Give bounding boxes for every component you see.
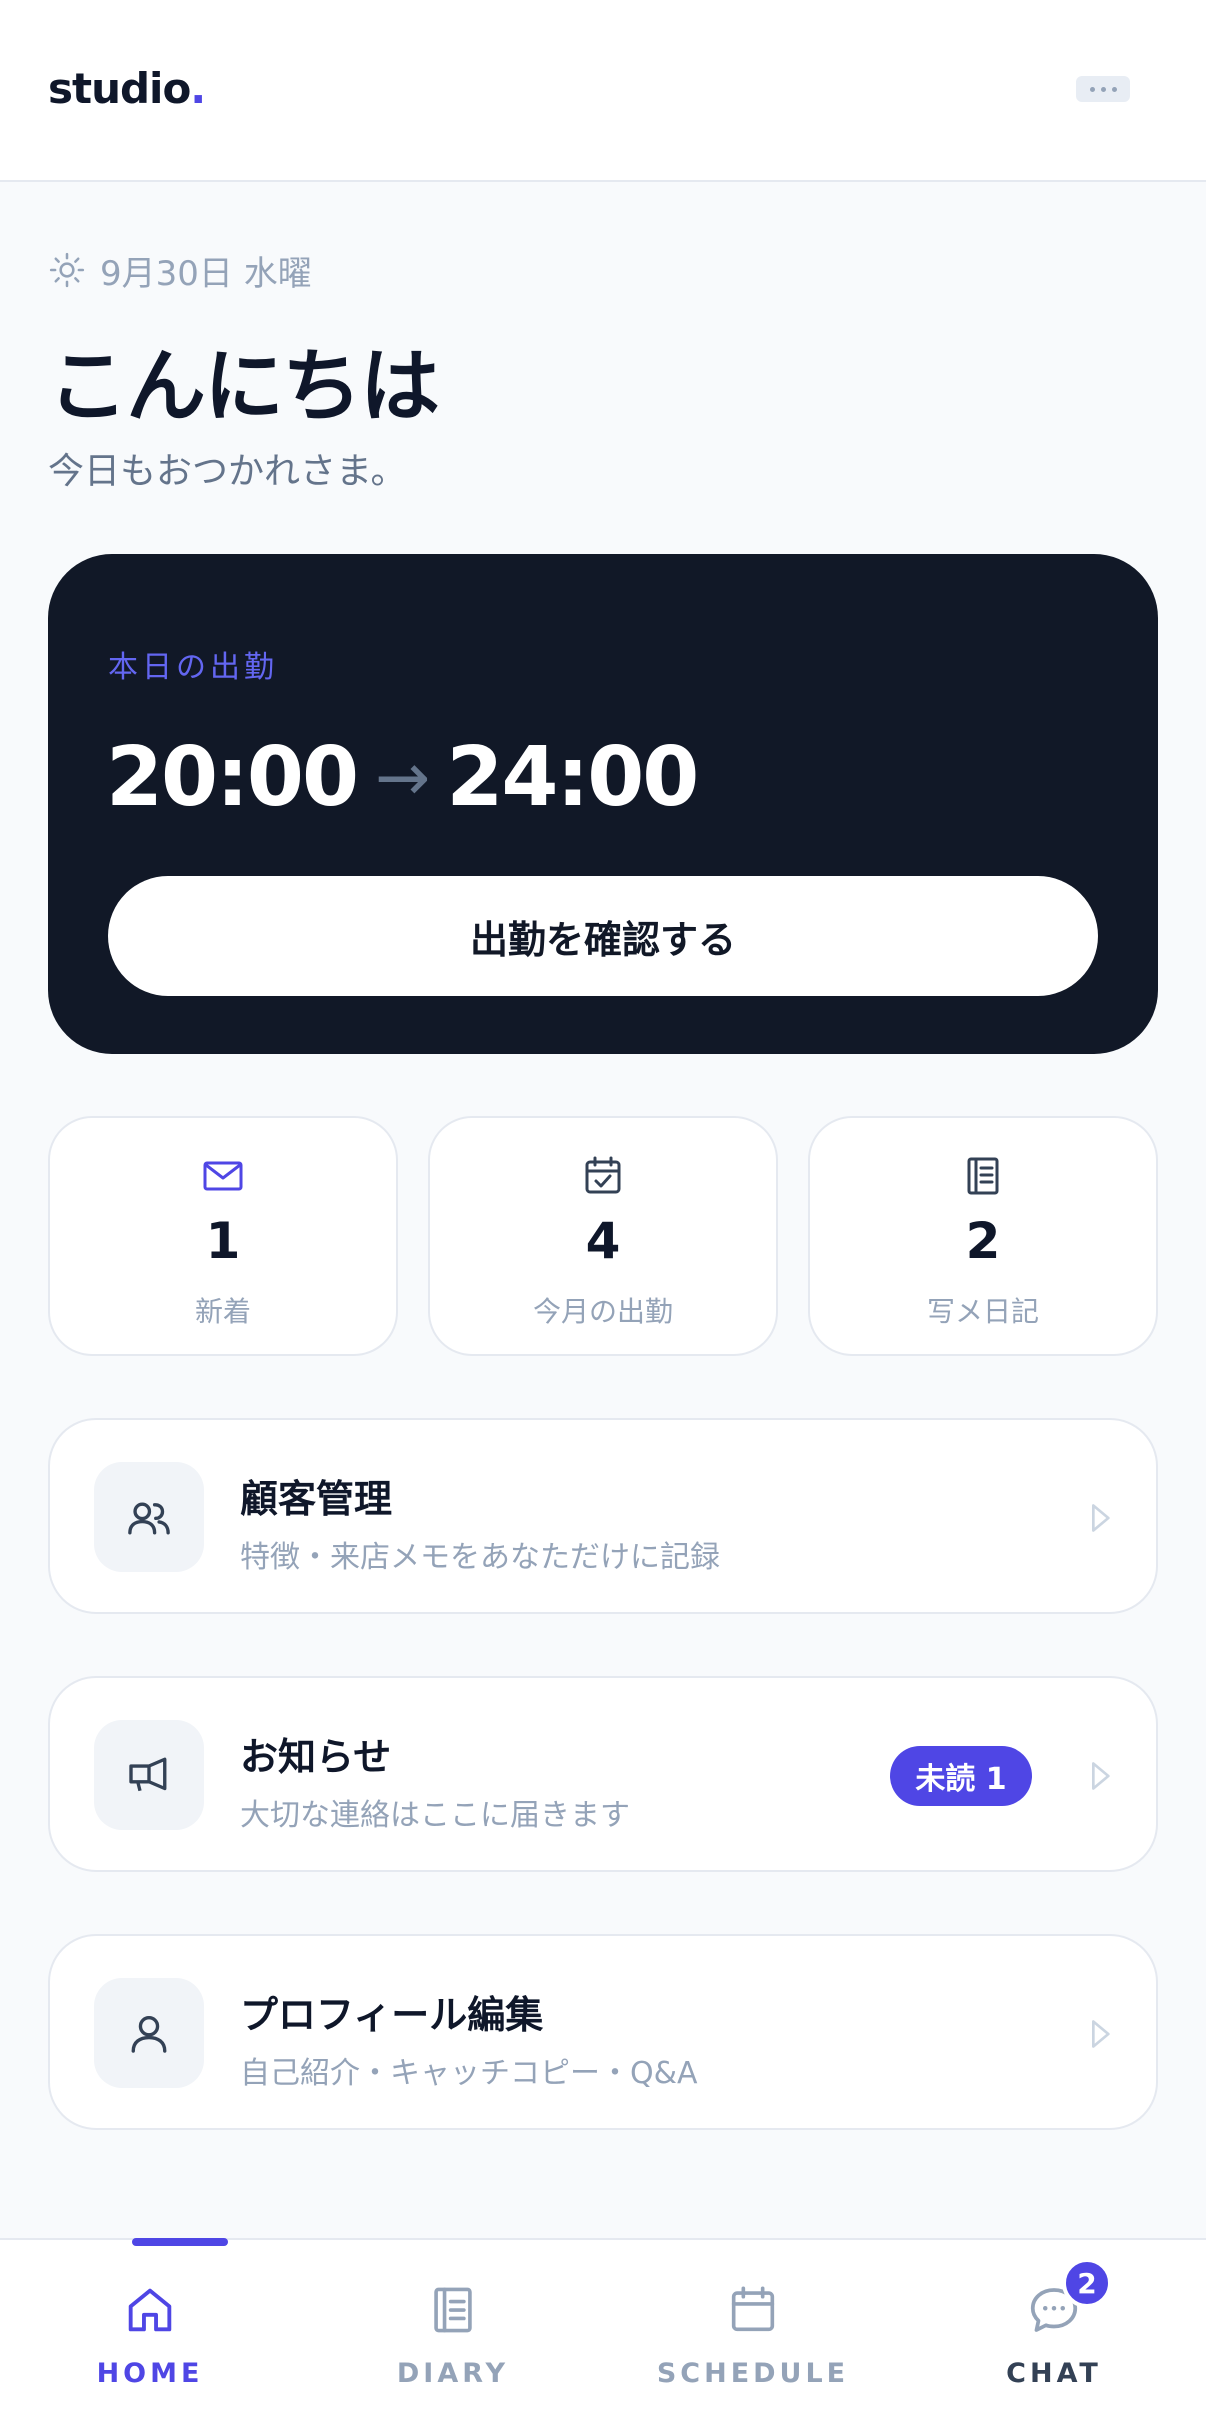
logo-dot: . bbox=[190, 64, 206, 113]
bottom-tab-bar: HOME DIARY SCHEDULE 2 CHAT bbox=[0, 2238, 1206, 2432]
calendar-icon bbox=[731, 2286, 775, 2332]
sun-icon bbox=[49, 252, 85, 288]
menu-icon-box bbox=[94, 1462, 204, 1572]
shift-start: 20:00 bbox=[106, 730, 359, 825]
greeting-subtitle: 今日もおつかれさま。 bbox=[48, 451, 407, 492]
date-text: 9月30日 水曜 bbox=[100, 253, 312, 294]
more-dot-icon bbox=[1089, 86, 1095, 92]
tab-label: CHAT bbox=[1006, 2358, 1102, 2389]
more-menu-button[interactable] bbox=[1076, 76, 1130, 102]
home-icon bbox=[128, 2288, 172, 2332]
stat-card-photo-diary[interactable]: 2 写メ日記 bbox=[808, 1116, 1158, 1356]
today-shift-card: 本日の出勤 20:00 → 24:00 出勤を確認する bbox=[48, 554, 1158, 1054]
menu-description: 特徴・来店メモをあなただけに記録 bbox=[240, 1540, 720, 1575]
stat-label: 写メ日記 bbox=[926, 1295, 1039, 1328]
users-icon bbox=[128, 1502, 170, 1535]
stat-label: 新着 bbox=[194, 1295, 251, 1328]
shift-time: 20:00 → 24:00 bbox=[106, 730, 699, 825]
user-icon bbox=[131, 2016, 167, 2053]
mail-icon bbox=[203, 1161, 243, 1191]
menu-item-announcements[interactable]: お知らせ 大切な連絡はここに届きます 未読 1 bbox=[48, 1676, 1158, 1872]
app-header: studio. bbox=[0, 0, 1206, 182]
tab-label: HOME bbox=[96, 2358, 204, 2389]
chat-unread-badge: 2 bbox=[1062, 2258, 1112, 2308]
menu-icon-box bbox=[94, 1978, 204, 2088]
menu-item-customer-management[interactable]: 顧客管理 特徴・来店メモをあなただけに記録 bbox=[48, 1418, 1158, 1614]
menu-icon-box bbox=[94, 1720, 204, 1830]
more-dot-icon bbox=[1111, 86, 1117, 92]
menu-item-profile-edit[interactable]: プロフィール編集 自己紹介・キャッチコピー・Q&A bbox=[48, 1934, 1158, 2130]
arrow-right-icon: → bbox=[375, 739, 430, 816]
chevron-right-icon bbox=[1092, 1504, 1110, 1532]
stat-card-new[interactable]: 1 新着 bbox=[48, 1116, 398, 1356]
chevron-right-icon bbox=[1092, 1762, 1110, 1790]
calendar-check-icon bbox=[585, 1156, 621, 1194]
chevron-right-icon bbox=[1092, 2020, 1110, 2048]
shift-end: 24:00 bbox=[446, 730, 699, 825]
stat-label: 今月の出勤 bbox=[532, 1295, 673, 1328]
confirm-shift-button[interactable]: 出勤を確認する bbox=[108, 876, 1098, 996]
menu-title: 顧客管理 bbox=[240, 1477, 393, 1521]
tab-home[interactable]: HOME bbox=[30, 2238, 270, 2432]
menu-title: お知らせ bbox=[240, 1735, 392, 1779]
stat-value: 2 bbox=[965, 1212, 1001, 1270]
notebook-icon bbox=[967, 1157, 999, 1195]
tab-diary[interactable]: DIARY bbox=[333, 2240, 573, 2432]
tab-label: SCHEDULE bbox=[656, 2358, 850, 2389]
date-row: 9月30日 水曜 bbox=[48, 248, 312, 294]
menu-title: プロフィール編集 bbox=[240, 1993, 544, 2037]
stats-row: 1 新着 4 今月の出勤 2 写メ日記 bbox=[48, 1116, 1158, 1356]
diary-icon bbox=[434, 2287, 472, 2333]
tab-label: DIARY bbox=[396, 2358, 510, 2389]
unread-badge: 未読 1 bbox=[890, 1746, 1032, 1806]
tab-schedule[interactable]: SCHEDULE bbox=[633, 2240, 873, 2432]
more-dot-icon bbox=[1100, 86, 1106, 92]
stat-value: 1 bbox=[205, 1212, 241, 1270]
menu-description: 自己紹介・キャッチコピー・Q&A bbox=[240, 2056, 698, 2091]
megaphone-icon bbox=[129, 1757, 167, 1792]
active-tab-indicator bbox=[132, 2238, 228, 2246]
stat-card-monthly-shifts[interactable]: 4 今月の出勤 bbox=[428, 1116, 778, 1356]
stat-value: 4 bbox=[585, 1212, 621, 1270]
shift-label: 本日の出勤 bbox=[108, 650, 278, 685]
app-logo[interactable]: studio. bbox=[48, 64, 206, 113]
tab-chat[interactable]: 2 CHAT bbox=[934, 2240, 1174, 2432]
logo-text: studio bbox=[48, 64, 191, 113]
greeting-title: こんにちは bbox=[48, 340, 440, 433]
menu-description: 大切な連絡はここに届きます bbox=[240, 1798, 630, 1833]
